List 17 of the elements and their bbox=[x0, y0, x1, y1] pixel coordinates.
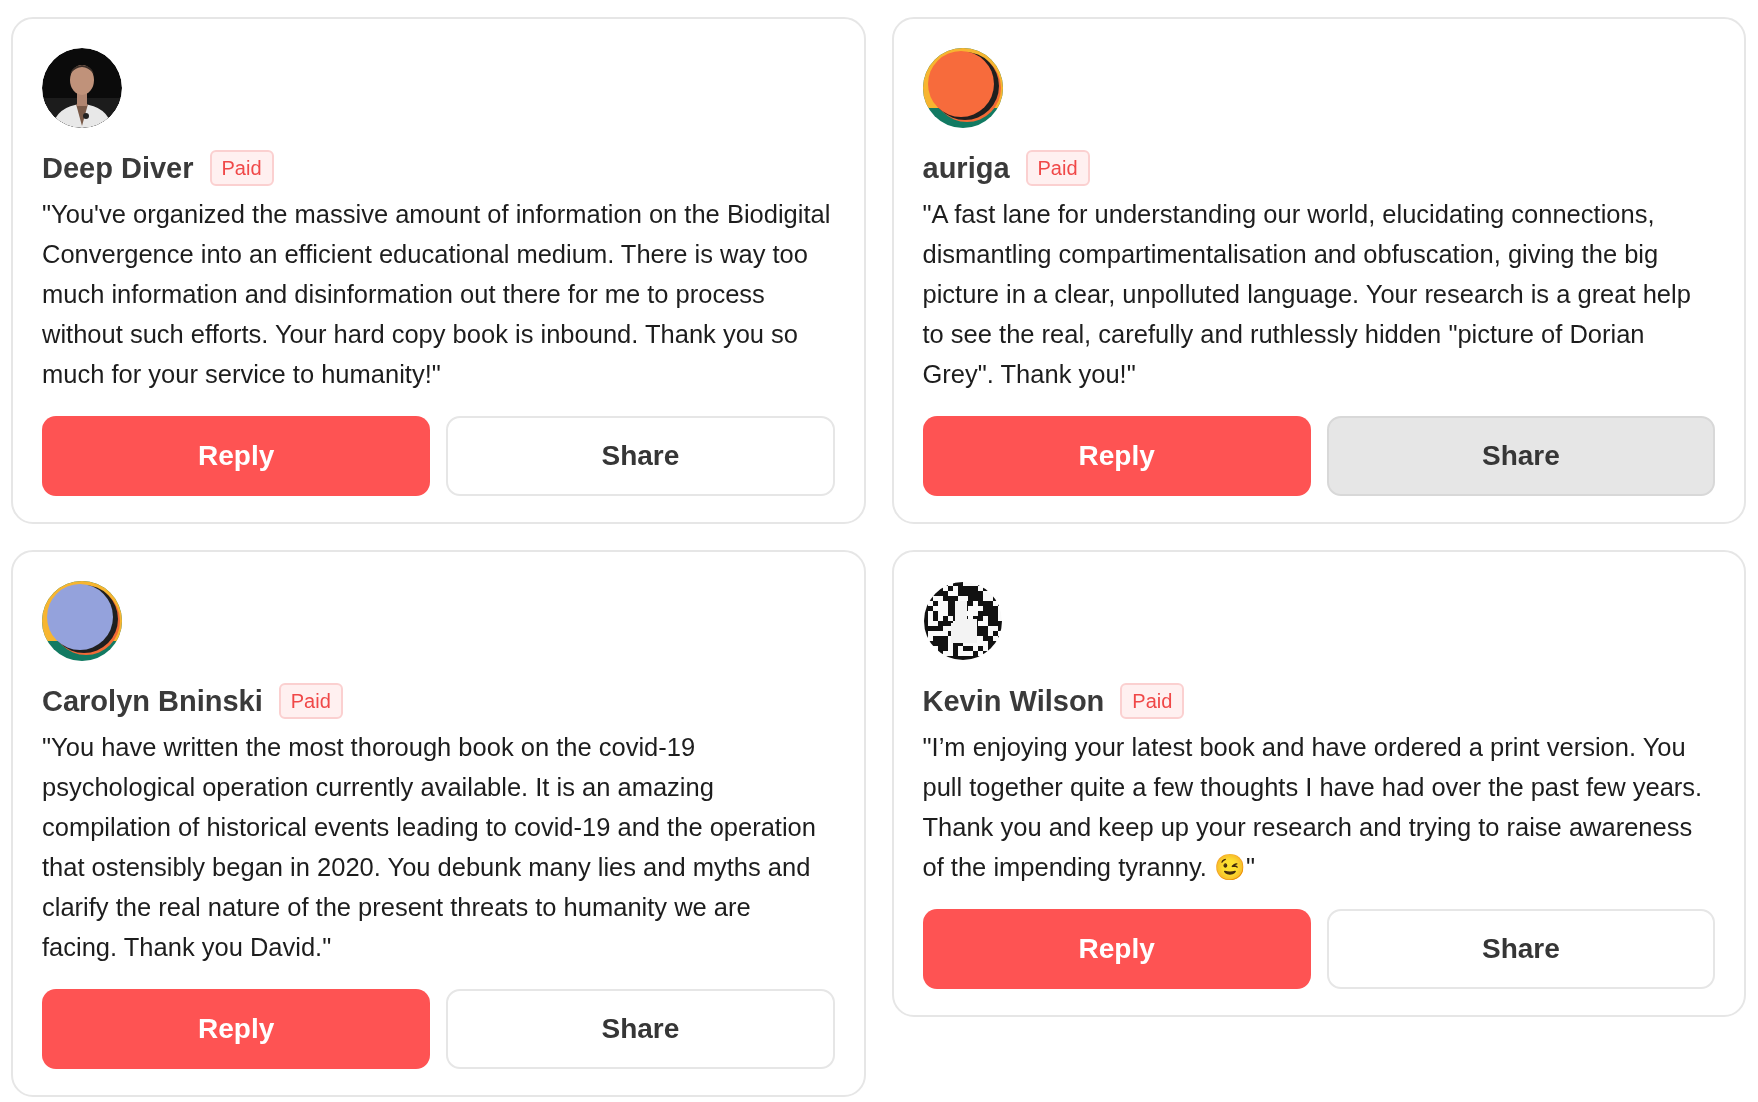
share-button[interactable]: Share bbox=[446, 416, 835, 496]
share-button[interactable]: Share bbox=[1326, 416, 1715, 496]
avatar-icon bbox=[922, 581, 1003, 661]
share-button[interactable]: Share bbox=[1326, 909, 1715, 989]
review-text: "A fast lane for understanding our world, elucidating connections, dismantling compartimentalisation and obfuscation, giving the big picture in a clear, unpolluted language. Your research is a great help to see the real, carefully and ruthlessly hidden "picture of Dorian Grey". Thank you!" bbox=[922, 199, 1692, 390]
reviewer-name: Carolyn Bninski bbox=[42, 684, 263, 719]
paid-badge: Paid bbox=[209, 150, 274, 186]
share-button[interactable]: Share bbox=[446, 989, 835, 1069]
paid-badge: Paid bbox=[1120, 683, 1185, 719]
reviewer-name: Deep Diver bbox=[42, 151, 194, 186]
review-text: "I’m enjoying your latest book and have ordered a print version. You pull together quite a few thoughts I have had over the past few years. Thank you and keep up your research and trying to raise awareness of the impending tyranny. 😉" bbox=[922, 732, 1704, 883]
reviewer-name: auriga bbox=[922, 151, 1010, 186]
paid-badge: Paid bbox=[278, 683, 343, 719]
reviewer-name: Kevin Wilson bbox=[922, 684, 1105, 719]
paid-badge: Paid bbox=[1025, 150, 1090, 186]
review-text: "You've organized the massive amount of information on the Biodigital Convergence into an efficient educational medium. There is way too much information and disinformation out there for me to process without such efforts. Your hard copy book is inbound. Thank you so much for your service to humanity!" bbox=[42, 199, 832, 390]
review-text: "You have written the most thorough book on the covid-19 psychological operation currently available. It is an amazing compilation of historical events leading to covid-19 and the operation that ostensibly began in 2020. You debunk many lies and myths and clarify the real nature of the present threats to humanity we are facing. Thank you David." bbox=[42, 732, 817, 963]
